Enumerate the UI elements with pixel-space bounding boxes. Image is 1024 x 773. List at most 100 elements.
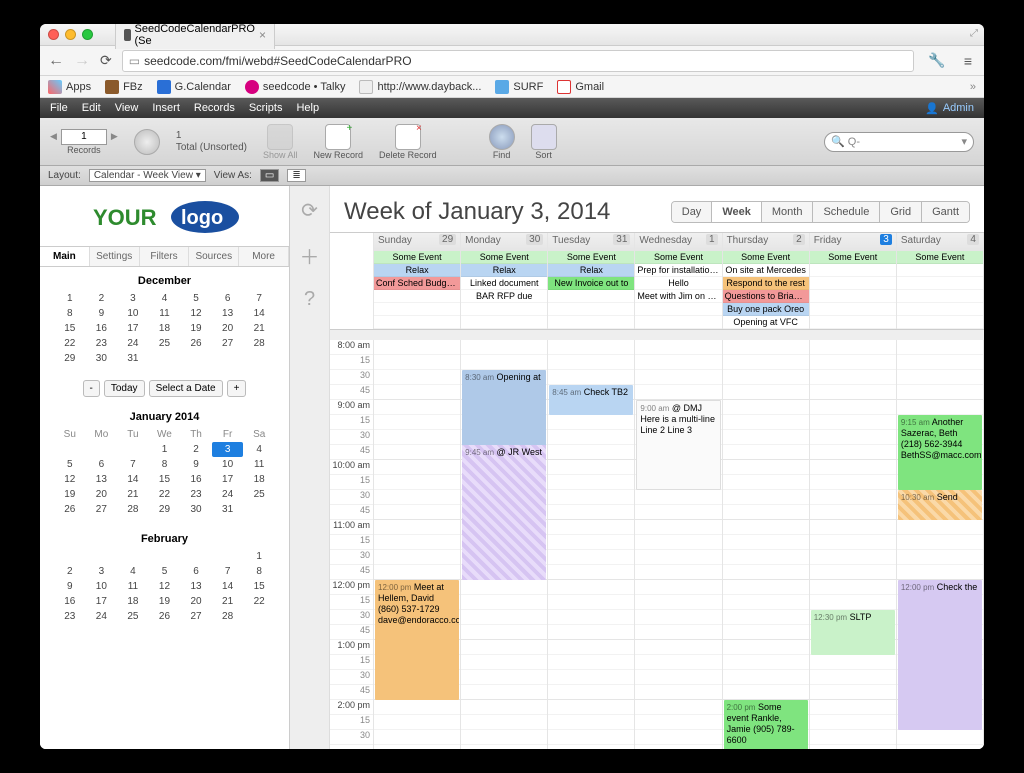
mini-cal-day[interactable]: 29 xyxy=(54,351,86,366)
help-icon[interactable]: ? xyxy=(304,288,315,311)
menu-scripts[interactable]: Scripts xyxy=(249,102,283,114)
sidebar-tab-more[interactable]: More xyxy=(239,247,289,266)
view-as-form[interactable]: ▭ xyxy=(260,169,279,182)
day-column[interactable]: 9:00 am @ DMJ Here is a multi-line Line … xyxy=(635,340,722,749)
mini-cal-day[interactable]: 3 xyxy=(212,442,244,457)
mini-cal-day[interactable]: 2 xyxy=(54,564,86,579)
mini-cal-day[interactable]: 22 xyxy=(54,336,86,351)
day-column[interactable]: 9:15 am Another Sazerac, Beth (218) 562-… xyxy=(897,340,984,749)
prev-record-icon[interactable]: ◀ xyxy=(50,131,57,142)
mini-cal-day[interactable]: 17 xyxy=(117,321,149,336)
admin-user[interactable]: 👤Admin xyxy=(925,102,974,115)
close-window-icon[interactable] xyxy=(48,29,59,40)
mini-cal-day[interactable]: 12 xyxy=(149,579,181,594)
mini-cal-day[interactable]: 8 xyxy=(54,306,86,321)
calendar-event[interactable]: 12:30 pm SLTP xyxy=(811,610,895,655)
menu-records[interactable]: Records xyxy=(194,102,235,114)
mini-cal-day[interactable]: 28 xyxy=(212,609,244,624)
allday-event[interactable]: Prep for installation of xyxy=(635,264,721,277)
calendar-event[interactable]: 10:30 am Send xyxy=(898,490,982,520)
bookmark-surf[interactable]: SURF xyxy=(495,80,543,94)
mini-cal-day[interactable]: 12 xyxy=(180,306,212,321)
mini-cal-day[interactable]: 22 xyxy=(243,594,275,609)
find-button[interactable]: Find xyxy=(489,124,515,160)
mini-cal-day[interactable]: 28 xyxy=(243,336,275,351)
view-month[interactable]: Month xyxy=(762,202,814,222)
mini-cal-day[interactable]: 21 xyxy=(117,487,149,502)
minimize-window-icon[interactable] xyxy=(65,29,76,40)
mini-cal-day[interactable]: 30 xyxy=(86,351,118,366)
menu-view[interactable]: View xyxy=(115,102,139,114)
view-schedule[interactable]: Schedule xyxy=(813,202,880,222)
view-day[interactable]: Day xyxy=(672,202,713,222)
allday-event[interactable]: Relax xyxy=(374,264,460,277)
day-column[interactable]: 12:30 pm SLTP xyxy=(810,340,897,749)
calendar-event[interactable]: 12:00 pm Meet at Hellem, David (860) 537… xyxy=(375,580,459,700)
mini-cal-day[interactable]: 7 xyxy=(212,564,244,579)
day-column[interactable]: 8:45 am Check TB2 xyxy=(548,340,635,749)
bookmarks-overflow-icon[interactable]: » xyxy=(970,81,976,93)
allday-event[interactable]: Conf Sched Budgets xyxy=(374,277,460,290)
allday-event[interactable]: Some Event xyxy=(723,251,809,264)
menu-file[interactable]: File xyxy=(50,102,68,114)
calendar-event[interactable]: 9:45 am @ JR West xyxy=(462,445,546,580)
mini-cal-day[interactable]: 4 xyxy=(117,564,149,579)
mini-cal-day[interactable]: 7 xyxy=(117,457,149,472)
mini-cal-day[interactable]: 28 xyxy=(117,502,149,517)
dropdown-icon[interactable]: ▾ xyxy=(961,135,967,148)
day-column[interactable]: 12:00 pm Meet at Hellem, David (860) 537… xyxy=(374,340,461,749)
hamburger-icon[interactable]: ≡ xyxy=(960,53,976,69)
fullscreen-icon[interactable]: ⤢ xyxy=(970,28,978,39)
day-header[interactable]: Saturday4 xyxy=(897,233,984,251)
mini-cal-day[interactable]: 10 xyxy=(86,579,118,594)
allday-event[interactable]: Linked document xyxy=(461,277,547,290)
allday-event[interactable]: Some Event xyxy=(374,251,460,264)
mini-cal-day[interactable]: 27 xyxy=(180,609,212,624)
mini-cal-day[interactable]: 31 xyxy=(212,502,244,517)
mini-cal-day[interactable]: 4 xyxy=(243,442,275,457)
mini-cal-day[interactable]: 3 xyxy=(117,291,149,306)
allday-event[interactable]: Meet with Jim on BVC xyxy=(635,290,721,303)
mini-cal-day[interactable]: 13 xyxy=(212,306,244,321)
mini-cal-day[interactable]: 24 xyxy=(117,336,149,351)
allday-event[interactable]: New Invoice out to xyxy=(548,277,634,290)
day-column[interactable]: 8:30 am Opening at9:45 am @ JR West xyxy=(461,340,548,749)
show-all-button[interactable]: Show All xyxy=(263,124,298,160)
allday-event[interactable]: Questions to Brianna xyxy=(723,290,809,303)
mini-cal-day[interactable]: 14 xyxy=(117,472,149,487)
new-record-button[interactable]: + New Record xyxy=(314,124,364,160)
today-button[interactable]: Today xyxy=(104,380,145,397)
mini-cal-day[interactable]: 11 xyxy=(117,579,149,594)
view-as-list[interactable]: ≣ xyxy=(287,169,305,182)
allday-event[interactable]: Opening at VFC xyxy=(723,316,809,329)
mini-cal-day[interactable]: 23 xyxy=(54,609,86,624)
sort-button[interactable]: Sort xyxy=(531,124,557,160)
mini-cal-day[interactable]: 14 xyxy=(212,579,244,594)
mini-cal-day[interactable]: 25 xyxy=(243,487,275,502)
allday-event[interactable]: Some Event xyxy=(548,251,634,264)
menu-edit[interactable]: Edit xyxy=(82,102,101,114)
mini-cal-day[interactable]: 16 xyxy=(180,472,212,487)
bookmark-gmail[interactable]: Gmail xyxy=(557,80,604,94)
mini-cal-day[interactable]: 21 xyxy=(212,594,244,609)
refresh-icon[interactable]: ⟳ xyxy=(301,198,318,223)
mini-cal-day[interactable]: 9 xyxy=(86,306,118,321)
mini-cal-day[interactable]: 26 xyxy=(149,609,181,624)
menu-insert[interactable]: Insert xyxy=(152,102,180,114)
mini-cal-day[interactable]: 15 xyxy=(243,579,275,594)
calendar-event[interactable]: 9:15 am Another Sazerac, Beth (218) 562-… xyxy=(898,415,982,490)
allday-event[interactable]: Relax xyxy=(461,264,547,277)
mini-cal-day[interactable]: 17 xyxy=(86,594,118,609)
mini-cal-day[interactable]: 6 xyxy=(212,291,244,306)
allday-event[interactable]: Relax xyxy=(548,264,634,277)
address-bar[interactable]: ▭ seedcode.com/fmi/webd#SeedCodeCalendar… xyxy=(122,50,915,72)
mini-cal-day[interactable]: 10 xyxy=(117,306,149,321)
mini-cal-day[interactable]: 20 xyxy=(212,321,244,336)
mini-cal-day[interactable]: 5 xyxy=(180,291,212,306)
mini-cal-day[interactable]: 13 xyxy=(86,472,118,487)
allday-event[interactable]: Some Event xyxy=(461,251,547,264)
mini-cal-day[interactable]: 31 xyxy=(117,351,149,366)
mini-cal-day[interactable]: 8 xyxy=(243,564,275,579)
record-navigator[interactable]: ◀ ▶ Records xyxy=(50,129,118,155)
mini-cal-day[interactable]: 18 xyxy=(117,594,149,609)
